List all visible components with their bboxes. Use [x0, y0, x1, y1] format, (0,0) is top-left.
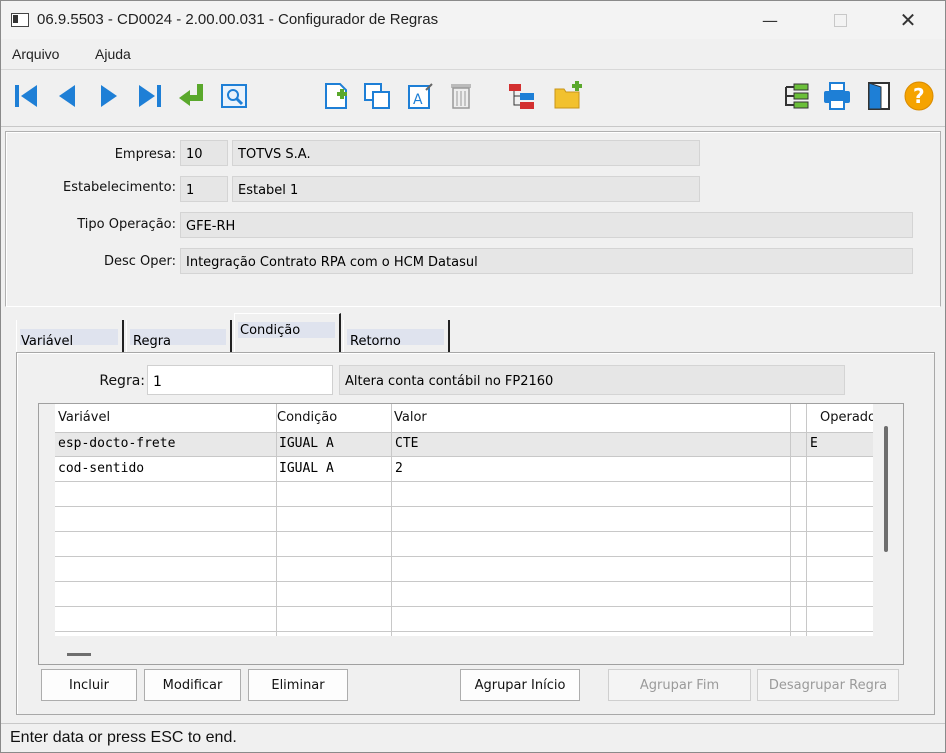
maximize-button[interactable]: [817, 1, 863, 39]
close-button[interactable]: ✕: [885, 1, 931, 39]
modificar-button[interactable]: Modificar: [144, 669, 241, 701]
row-divider: [55, 581, 873, 582]
last-icon[interactable]: [134, 80, 166, 112]
row-divider: [55, 456, 873, 457]
estabelecimento-name-field: Estabel 1: [232, 176, 700, 202]
main-window: 06.9.5503 - CD0024 - 2.00.00.031 - Confi…: [0, 0, 946, 753]
tab-retorno-label: Retorno: [350, 334, 401, 349]
next-icon[interactable]: [93, 80, 125, 112]
table-row-selected-bg: [55, 432, 873, 456]
cell-variavel[interactable]: cod-sentido: [58, 461, 144, 476]
regra-label: Regra:: [99, 373, 145, 389]
eliminar-button[interactable]: Eliminar: [248, 669, 348, 701]
conditions-grid[interactable]: Variável Condição Valor Operador esp-doc…: [38, 403, 904, 665]
row-divider: [55, 506, 873, 507]
svg-text:A: A: [413, 92, 423, 108]
row-divider: [55, 432, 873, 433]
tree-icon[interactable]: [506, 80, 538, 112]
row-divider: [55, 631, 873, 632]
estabelecimento-label: Estabelecimento:: [62, 180, 176, 195]
delete-icon[interactable]: [445, 80, 477, 112]
tipo-operacao-field: GFE-RH: [180, 212, 913, 238]
cell-valor[interactable]: 2: [395, 461, 403, 476]
new-icon[interactable]: [320, 80, 352, 112]
search-icon[interactable]: [218, 80, 250, 112]
row-divider: [55, 531, 873, 532]
cell-variavel[interactable]: esp-docto-frete: [58, 436, 175, 451]
window-title: 06.9.5503 - CD0024 - 2.00.00.031 - Confi…: [37, 11, 439, 28]
menu-bar: Arquivo Ajuda: [1, 41, 945, 69]
menu-ajuda[interactable]: Ajuda: [95, 46, 131, 62]
empresa-label: Empresa:: [114, 147, 176, 162]
row-divider: [55, 556, 873, 557]
desc-oper-label: Desc Oper:: [103, 254, 176, 269]
tab-variavel-label: Variável: [21, 334, 74, 349]
column-divider: [806, 404, 807, 636]
agrupar-inicio-button[interactable]: Agrupar Início: [460, 669, 580, 701]
column-header-operador[interactable]: Operador: [820, 410, 873, 425]
column-header-variavel[interactable]: Variável: [58, 410, 110, 425]
minimize-button[interactable]: —: [747, 1, 793, 39]
tab-condicao[interactable]: Condição: [234, 313, 341, 353]
hierarchy-icon[interactable]: [780, 80, 812, 112]
copy-icon[interactable]: [361, 80, 393, 112]
column-divider: [391, 404, 392, 636]
empresa-name-field: TOTVS S.A.: [232, 140, 700, 166]
title-bar: 06.9.5503 - CD0024 - 2.00.00.031 - Confi…: [1, 1, 945, 39]
new-folder-icon[interactable]: [552, 80, 584, 112]
status-bar: Enter data or press ESC to end.: [1, 723, 945, 752]
regra-input[interactable]: 1: [147, 365, 333, 395]
cell-valor[interactable]: CTE: [395, 436, 418, 451]
column-header-valor[interactable]: Valor: [394, 410, 427, 425]
tab-retorno[interactable]: Retorno: [343, 320, 450, 352]
tab-variavel[interactable]: Variável: [16, 320, 124, 352]
column-header-condicao[interactable]: Condição: [277, 410, 337, 425]
regra-description-field: Altera conta contábil no FP2160: [339, 365, 845, 395]
goto-icon[interactable]: [176, 80, 208, 112]
row-divider: [55, 481, 873, 482]
horizontal-scrollbar[interactable]: [67, 653, 91, 656]
desagrupar-regra-button[interactable]: Desagrupar Regra: [757, 669, 899, 701]
help-icon[interactable]: ?: [903, 80, 935, 112]
row-divider: [55, 606, 873, 607]
cell-condicao[interactable]: IGUAL A: [279, 461, 334, 476]
desc-oper-field: Integração Contrato RPA com o HCM Datasu…: [180, 248, 913, 274]
app-icon: [11, 13, 29, 27]
incluir-button[interactable]: Incluir: [41, 669, 137, 701]
edit-icon[interactable]: A: [404, 80, 436, 112]
cell-operador[interactable]: E: [810, 436, 818, 451]
menu-arquivo[interactable]: Arquivo: [12, 46, 59, 62]
tab-condicao-label: Condição: [240, 323, 301, 338]
tab-regra-label: Regra: [133, 334, 172, 349]
column-divider: [790, 404, 791, 636]
status-text: Enter data or press ESC to end.: [10, 729, 237, 746]
estabelecimento-code-field: 1: [180, 176, 228, 202]
toolbar: A ?: [1, 69, 945, 127]
empresa-code-field: 10: [180, 140, 228, 166]
tab-regra[interactable]: Regra: [126, 320, 232, 352]
grid-body: Variável Condição Valor Operador esp-doc…: [55, 404, 873, 636]
agrupar-fim-button[interactable]: Agrupar Fim: [608, 669, 751, 701]
help-glyph: ?: [913, 84, 925, 108]
first-icon[interactable]: [11, 80, 43, 112]
column-divider: [276, 404, 277, 636]
exit-icon[interactable]: [863, 80, 895, 112]
tipo-operacao-label: Tipo Operação:: [77, 217, 176, 232]
cell-condicao[interactable]: IGUAL A: [279, 436, 334, 451]
print-icon[interactable]: [821, 80, 853, 112]
previous-icon[interactable]: [51, 80, 83, 112]
vertical-scrollbar[interactable]: [884, 426, 888, 552]
